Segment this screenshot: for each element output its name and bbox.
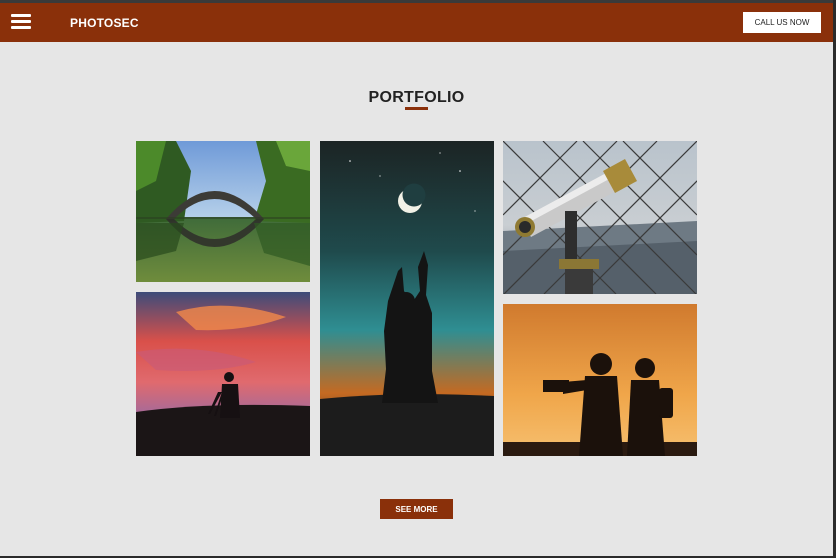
portfolio-image-bridge[interactable] bbox=[136, 141, 310, 282]
portfolio-image-moon[interactable] bbox=[320, 141, 494, 456]
portfolio-image-sunset-tripod[interactable] bbox=[136, 292, 310, 456]
portfolio-image-two-photographers[interactable] bbox=[503, 304, 697, 456]
portfolio-image-telescope[interactable] bbox=[503, 141, 697, 294]
call-us-button[interactable]: CALL US NOW bbox=[743, 12, 821, 33]
section-title: PORTFOLIO bbox=[368, 89, 465, 106]
see-more-button[interactable]: SEE MORE bbox=[380, 499, 453, 519]
title-underline bbox=[405, 107, 428, 110]
brand-logo[interactable]: PHOTOSEC bbox=[70, 16, 139, 30]
navbar: PHOTOSEC CALL US NOW bbox=[0, 3, 833, 42]
hamburger-menu-icon[interactable] bbox=[11, 14, 31, 30]
